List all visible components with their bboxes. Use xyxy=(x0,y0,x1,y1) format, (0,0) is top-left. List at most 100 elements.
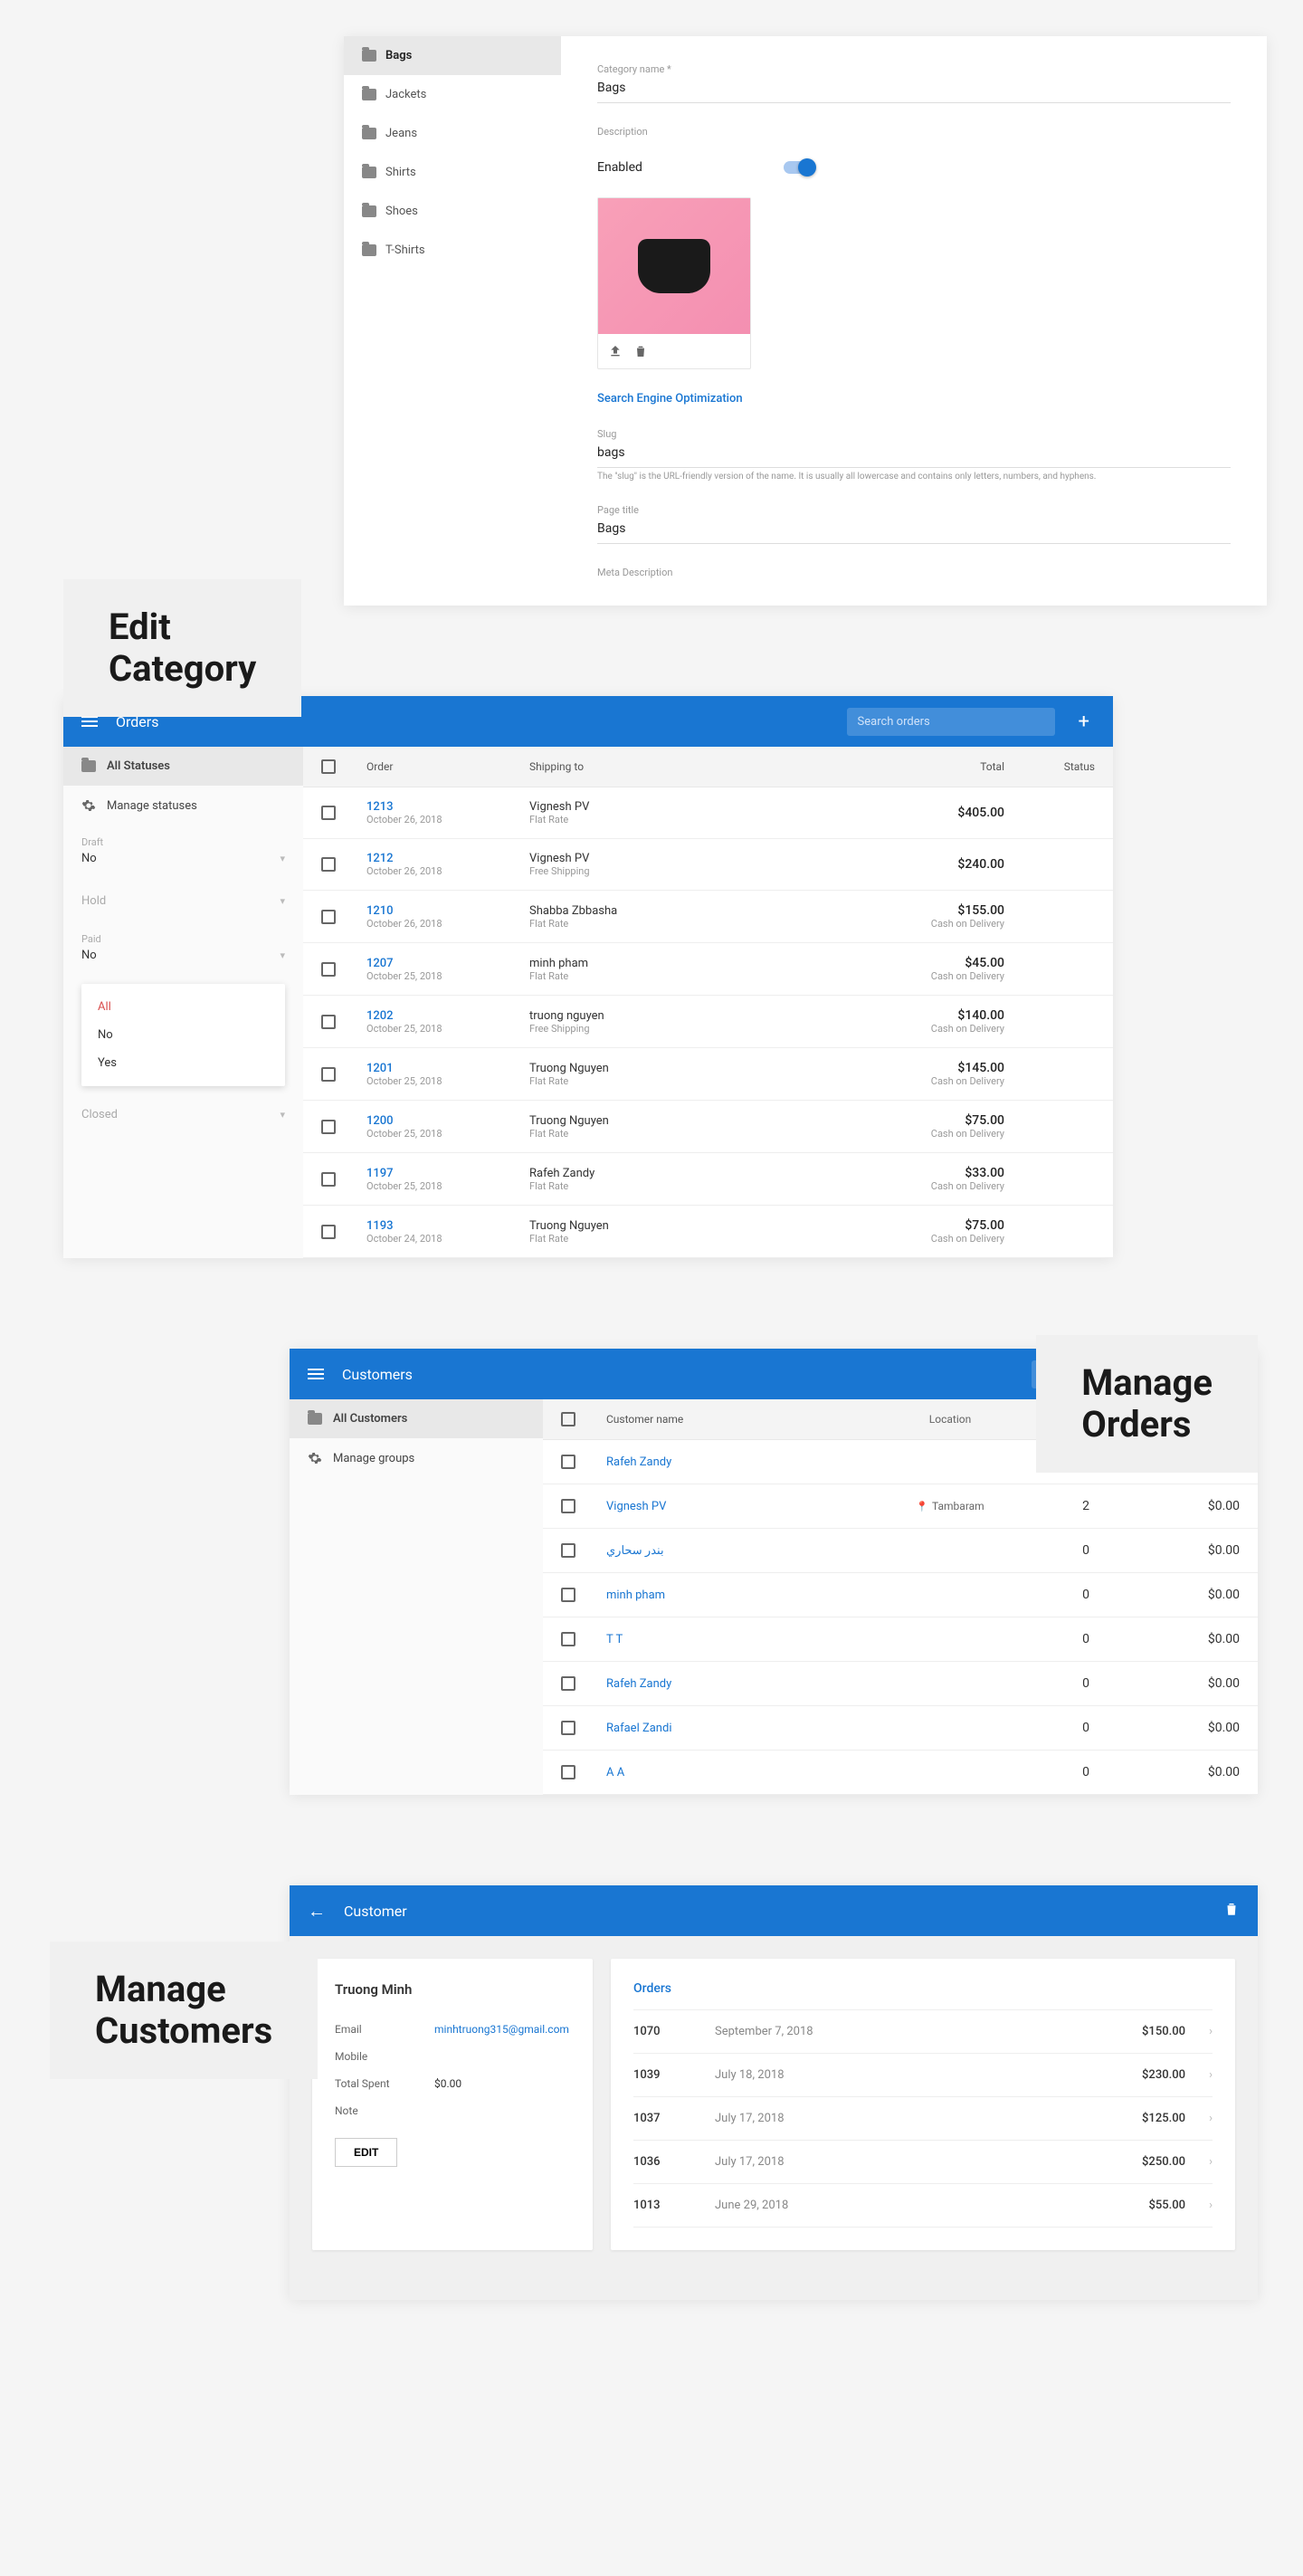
order-number[interactable]: 1201 xyxy=(366,1062,529,1075)
row-checkbox[interactable] xyxy=(321,857,336,872)
category-item[interactable]: Jeans xyxy=(344,114,561,153)
row-checkbox[interactable] xyxy=(321,1015,336,1029)
filter-hold-select[interactable]: Hold▾ xyxy=(81,891,285,911)
customer-name-link[interactable]: Rafeh Zandy xyxy=(606,1677,671,1691)
category-item[interactable]: T-Shirts xyxy=(344,231,561,270)
customer-name-link[interactable]: Rafeh Zandy xyxy=(606,1455,671,1469)
customer-name-link[interactable]: minh pham xyxy=(606,1589,665,1602)
hamburger-icon[interactable] xyxy=(81,716,98,727)
enabled-label: Enabled xyxy=(597,160,642,175)
customer-row[interactable]: T T0$0.00 xyxy=(543,1617,1258,1662)
order-row[interactable]: 1212October 26, 2018Vignesh PVFree Shipp… xyxy=(303,839,1113,891)
order-number[interactable]: 1202 xyxy=(366,1009,529,1023)
customer-name-link[interactable]: Rafael Zandi xyxy=(606,1722,671,1735)
select-all-checkbox[interactable] xyxy=(321,759,336,774)
row-checkbox[interactable] xyxy=(561,1588,575,1602)
dropdown-option[interactable]: No xyxy=(81,1021,285,1049)
row-checkbox[interactable] xyxy=(321,1067,336,1082)
enabled-toggle[interactable] xyxy=(784,161,814,174)
category-item[interactable]: Shirts xyxy=(344,153,561,192)
shipping-name: truong nguyen xyxy=(529,1009,842,1023)
customer-order-row[interactable]: 1037July 17, 2018$125.00› xyxy=(633,2097,1213,2141)
dropdown-option[interactable]: Yes xyxy=(81,1049,285,1077)
customer-row[interactable]: Rafeh Zandy0$0.00 xyxy=(543,1662,1258,1706)
order-date: October 25, 2018 xyxy=(366,1023,529,1035)
row-checkbox[interactable] xyxy=(561,1499,575,1513)
row-checkbox[interactable] xyxy=(321,1225,336,1239)
email-value[interactable]: minhtruong315@gmail.com xyxy=(434,2023,570,2036)
customer-order-row[interactable]: 1013June 29, 2018$55.00› xyxy=(633,2184,1213,2228)
delete-customer-icon[interactable] xyxy=(1223,1901,1240,1921)
row-checkbox[interactable] xyxy=(321,1120,336,1134)
order-number[interactable]: 1207 xyxy=(366,957,529,970)
category-item[interactable]: Jackets xyxy=(344,75,561,114)
order-number[interactable]: 1193 xyxy=(366,1219,529,1233)
row-checkbox[interactable] xyxy=(561,1632,575,1646)
meta-description-label: Meta Description xyxy=(597,567,1231,578)
customer-row[interactable]: minh pham0$0.00 xyxy=(543,1573,1258,1617)
row-checkbox[interactable] xyxy=(321,806,336,820)
order-row[interactable]: 1201October 25, 2018Truong NguyenFlat Ra… xyxy=(303,1048,1113,1101)
order-row[interactable]: 1213October 26, 2018Vignesh PVFlat Rate$… xyxy=(303,787,1113,839)
customer-order-row[interactable]: 1070September 7, 2018$150.00› xyxy=(633,2010,1213,2054)
order-row[interactable]: 1207October 25, 2018minh phamFlat Rate$4… xyxy=(303,943,1113,996)
customer-name-link[interactable]: Vignesh PV xyxy=(606,1500,666,1513)
customer-row[interactable]: Vignesh PV📍Tambaram2$0.00 xyxy=(543,1484,1258,1529)
customer-name-link[interactable]: T T xyxy=(606,1633,623,1646)
order-number[interactable]: 1212 xyxy=(366,852,529,865)
row-checkbox[interactable] xyxy=(321,910,336,924)
order-row[interactable]: 1202October 25, 2018truong nguyenFree Sh… xyxy=(303,996,1113,1048)
order-number[interactable]: 1210 xyxy=(366,904,529,918)
row-checkbox[interactable] xyxy=(561,1676,575,1691)
filter-closed-select[interactable]: Closed▾ xyxy=(81,1104,285,1125)
payment-method: Cash on Delivery xyxy=(842,1128,1004,1140)
row-checkbox[interactable] xyxy=(561,1543,575,1558)
customer-order-row[interactable]: 1039July 18, 2018$230.00› xyxy=(633,2054,1213,2097)
filter-paid-select[interactable]: No▾ xyxy=(81,945,285,966)
sidebar-all-customers[interactable]: All Customers xyxy=(290,1399,543,1438)
search-orders-input[interactable]: Search orders xyxy=(847,708,1055,736)
page-title-input[interactable]: Bags xyxy=(597,516,1231,544)
manage-statuses[interactable]: Manage statuses xyxy=(63,786,303,825)
delete-icon[interactable] xyxy=(632,343,649,359)
order-number[interactable]: 1213 xyxy=(366,800,529,814)
customer-order-count: 2 xyxy=(1041,1499,1131,1513)
row-checkbox[interactable] xyxy=(561,1721,575,1735)
customer-row[interactable]: بندر سحاري0$0.00 xyxy=(543,1529,1258,1573)
order-number[interactable]: 1200 xyxy=(366,1114,529,1128)
slug-input[interactable]: bags xyxy=(597,440,1231,468)
category-name-input[interactable]: Bags xyxy=(597,75,1231,103)
hamburger-icon[interactable] xyxy=(308,1369,324,1379)
row-checkbox[interactable] xyxy=(561,1455,575,1469)
folder-icon xyxy=(308,1413,322,1425)
filter-all-statuses[interactable]: All Statuses xyxy=(63,747,303,786)
dropdown-option[interactable]: All xyxy=(81,993,285,1021)
customer-name-link[interactable]: بندر سحاري xyxy=(606,1544,664,1558)
customer-order-row[interactable]: 1036July 17, 2018$250.00› xyxy=(633,2141,1213,2184)
folder-icon xyxy=(362,89,376,100)
customer-name-link[interactable]: A A xyxy=(606,1766,624,1779)
order-amount: $250.00 xyxy=(1095,2155,1185,2169)
row-checkbox[interactable] xyxy=(561,1765,575,1779)
order-row[interactable]: 1197October 25, 2018Rafeh ZandyFlat Rate… xyxy=(303,1153,1113,1206)
customer-row[interactable]: A A0$0.00 xyxy=(543,1751,1258,1795)
edit-customer-button[interactable]: EDIT xyxy=(335,2138,397,2167)
upload-icon[interactable] xyxy=(607,343,623,359)
category-item[interactable]: Shoes xyxy=(344,192,561,231)
customer-order-count: 0 xyxy=(1041,1721,1131,1735)
back-arrow-icon[interactable]: ← xyxy=(308,1900,326,1922)
category-item[interactable]: Bags xyxy=(344,36,561,75)
filter-draft-select[interactable]: No▾ xyxy=(81,848,285,869)
order-row[interactable]: 1210October 26, 2018Shabba ZbbashaFlat R… xyxy=(303,891,1113,943)
add-order-button[interactable]: + xyxy=(1073,711,1095,733)
row-checkbox[interactable] xyxy=(321,1172,336,1187)
customer-row[interactable]: Rafael Zandi0$0.00 xyxy=(543,1706,1258,1751)
customer-total-spent: $0.00 xyxy=(1131,1765,1240,1779)
order-row[interactable]: 1200October 25, 2018Truong NguyenFlat Ra… xyxy=(303,1101,1113,1153)
order-row[interactable]: 1193October 24, 2018Truong NguyenFlat Ra… xyxy=(303,1206,1113,1258)
order-number[interactable]: 1197 xyxy=(366,1167,529,1180)
sidebar-manage-groups[interactable]: Manage groups xyxy=(290,1438,543,1478)
select-all-checkbox[interactable] xyxy=(561,1412,575,1426)
row-checkbox[interactable] xyxy=(321,962,336,977)
chevron-right-icon: › xyxy=(1185,2155,1213,2169)
